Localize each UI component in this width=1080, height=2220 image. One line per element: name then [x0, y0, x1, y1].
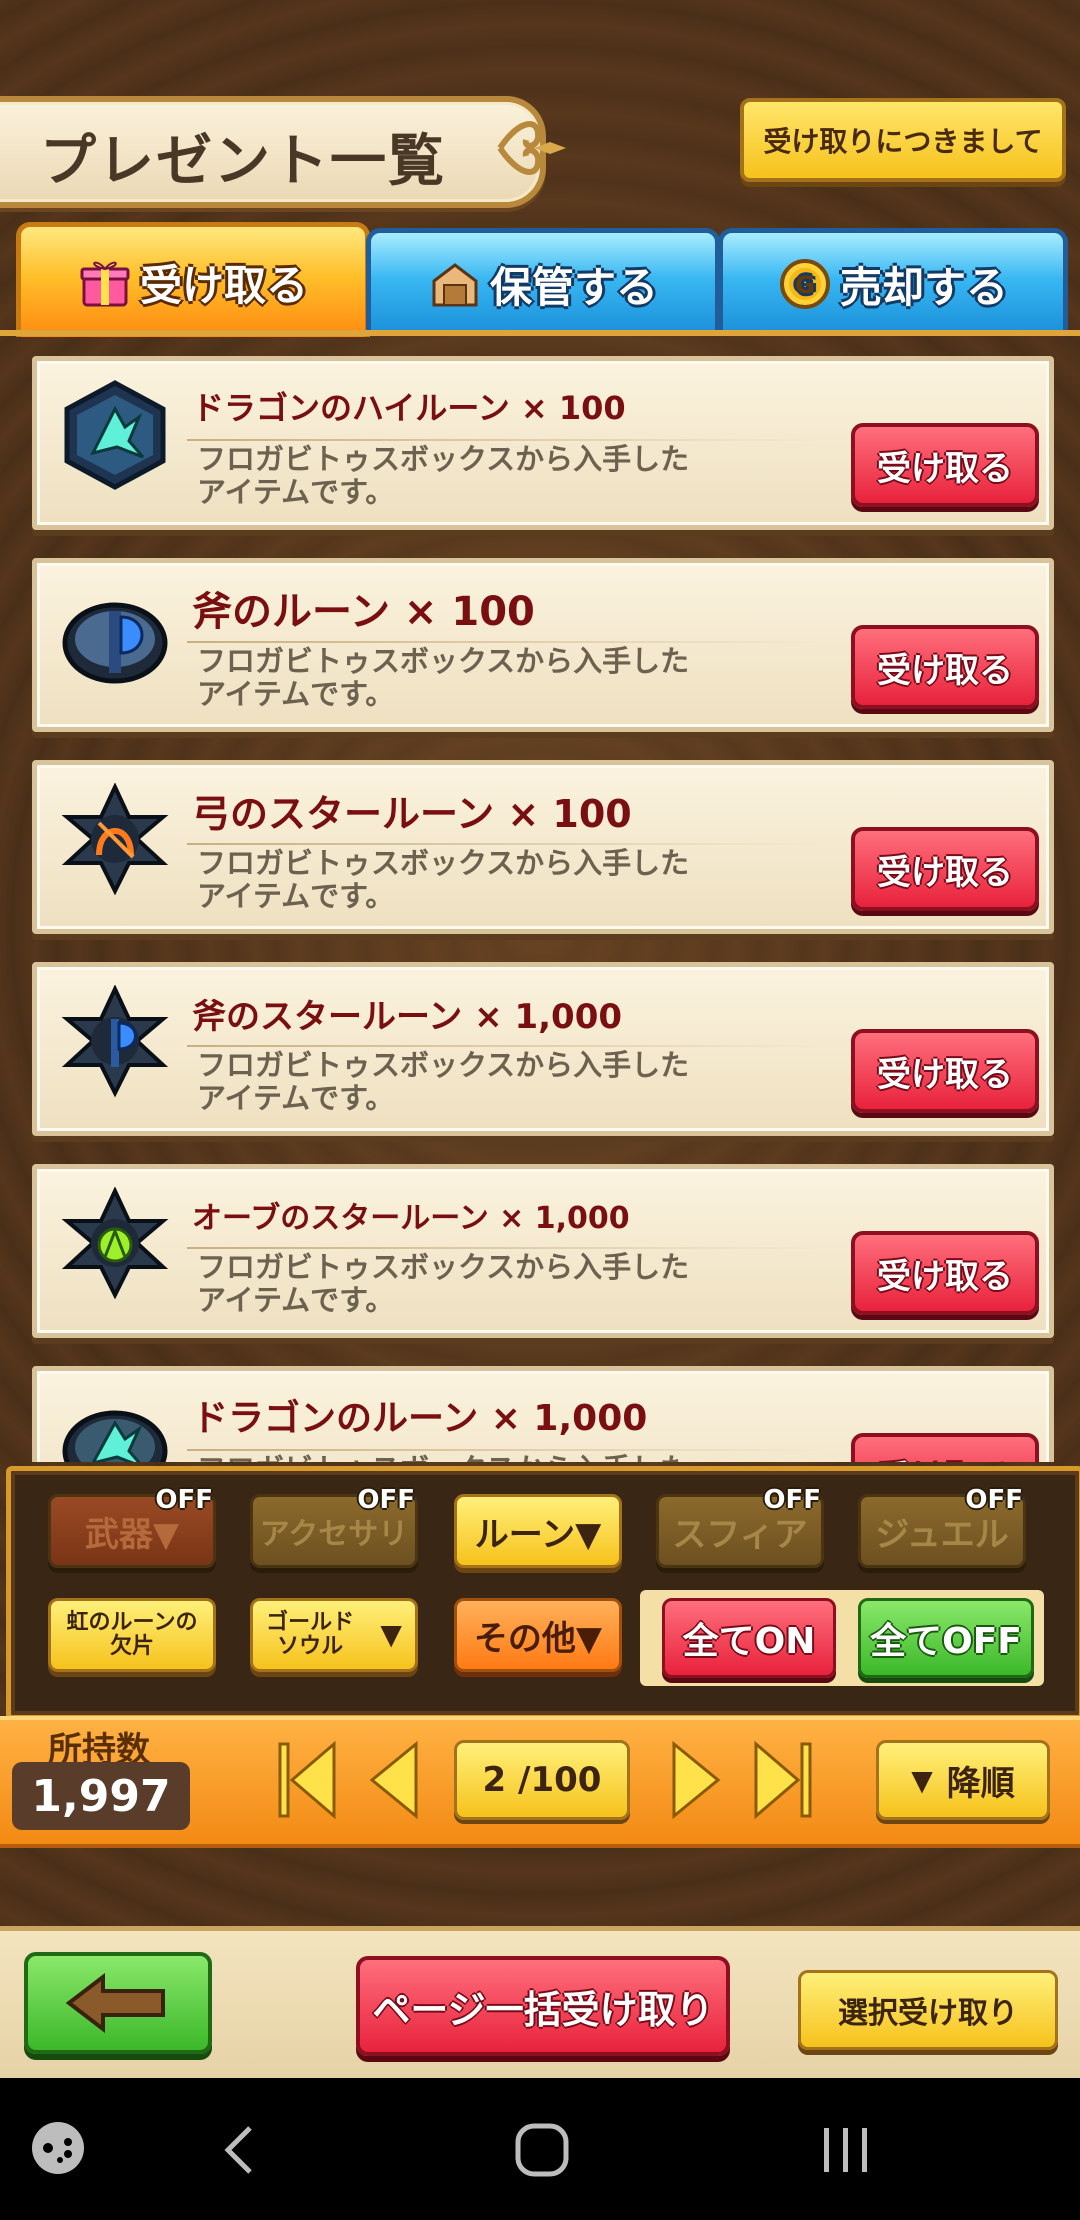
present-item: オーブのスタールーン × 1,000 フロガビトゥスボックスから入手した アイテ… — [32, 1164, 1054, 1338]
game-launcher-icon[interactable] — [30, 2120, 86, 2176]
off-badge: OFF — [965, 1485, 1023, 1515]
axe-star-rune-icon — [61, 985, 169, 1097]
sort-order-label: 降順 — [946, 1763, 1015, 1804]
item-name: ドラゴンのルーン × 1,000 — [192, 1398, 648, 1439]
divider — [187, 843, 827, 845]
orb-star-rune-icon — [61, 1187, 169, 1299]
item-description: フロガビトゥスボックスから入手した アイテムです。 — [197, 1048, 690, 1115]
dropdown-triangle-icon: ▼ — [380, 1618, 402, 1651]
filter-gold-soul-button[interactable]: ゴールド ソウル ▼ — [250, 1598, 418, 1672]
dragon-rune-icon — [62, 1410, 168, 1462]
tab-sell-label: 売却する — [839, 262, 1008, 312]
item-name: ドラゴンのハイルーン × 100 — [192, 389, 626, 427]
item-name: オーブのスタールーン × 1,000 — [192, 1201, 630, 1236]
tab-sell[interactable]: G 売却する — [718, 228, 1068, 335]
divider — [187, 1045, 827, 1047]
off-badge: OFF — [155, 1485, 213, 1515]
all-off-button[interactable]: 全てOFF — [858, 1598, 1034, 1678]
filter-weapon-button[interactable]: 武器▼ OFF — [48, 1485, 216, 1568]
receive-button[interactable]: 受け取る — [851, 1231, 1039, 1315]
receive-button[interactable]: 受け取る — [851, 1433, 1039, 1462]
filter-rune-label: ルーン▼ — [474, 1514, 602, 1555]
dragon-high-rune-icon — [64, 380, 166, 490]
filter-jewel-button[interactable]: ジュエル OFF — [858, 1485, 1026, 1568]
home-nav-icon[interactable] — [514, 2122, 570, 2178]
divider — [187, 1449, 827, 1451]
present-item: ドラゴンのハイルーン × 100 フロガビトゥスボックスから入手した アイテムで… — [32, 356, 1054, 530]
receive-button[interactable]: 受け取る — [851, 827, 1039, 911]
gift-icon — [80, 261, 130, 307]
fleur-ornament-icon — [497, 121, 566, 175]
present-item: 斧のスタールーン × 1,000 フロガビトゥスボックスから入手した アイテムで… — [32, 962, 1054, 1136]
back-nav-icon[interactable] — [220, 2124, 260, 2176]
divider — [187, 1247, 827, 1249]
filter-rune-button[interactable]: ルーン▼ — [454, 1494, 622, 1568]
tab-store-label: 保管する — [489, 262, 658, 312]
filter-accessory-button[interactable]: アクセサリ OFF — [250, 1485, 418, 1568]
storage-box-icon — [432, 263, 478, 307]
filter-other-label: その他▼ — [473, 1618, 603, 1659]
filter-accessory-label: アクセサリ — [259, 1517, 409, 1552]
tab-receive[interactable]: 受け取る — [16, 222, 370, 337]
page-indicator: 2 /100 — [454, 1740, 630, 1820]
receive-button[interactable]: 受け取る — [851, 423, 1039, 507]
divider — [187, 439, 827, 441]
back-arrow-icon — [65, 1973, 165, 2033]
first-page-icon[interactable] — [272, 1738, 342, 1822]
item-description: フロガビトゥスボックスから入手した アイテムです。 — [197, 644, 690, 711]
next-page-icon[interactable] — [660, 1738, 730, 1822]
sort-triangle-icon: ▼ — [911, 1763, 933, 1797]
off-badge: OFF — [357, 1485, 415, 1515]
sort-order-button[interactable]: ▼ 降順 — [876, 1740, 1050, 1820]
axe-rune-icon — [62, 602, 168, 684]
tab-receive-label: 受け取る — [139, 260, 308, 310]
receive-page-all-button[interactable]: ページ一括受け取り — [356, 1956, 730, 2056]
receive-button[interactable]: 受け取る — [851, 625, 1039, 709]
filter-rainbow-label: 虹のルーンの 欠片 — [66, 1610, 198, 1659]
filter-gold-soul-label: ゴールド ソウル — [266, 1610, 355, 1659]
present-item: 弓のスタールーン × 100 フロガビトゥスボックスから入手した アイテムです。… — [32, 760, 1054, 934]
item-description: フロガビトゥスボックスから入手した アイテムです。 — [197, 442, 690, 509]
page-title: プレゼント一覧 — [40, 129, 446, 194]
previous-page-icon[interactable] — [360, 1738, 430, 1822]
all-on-button[interactable]: 全てON — [662, 1598, 836, 1678]
present-list[interactable]: ドラゴンのハイルーン × 100 フロガビトゥスボックスから入手した アイテムで… — [0, 336, 1080, 1462]
off-badge: OFF — [763, 1485, 821, 1515]
item-name: 斧のルーン × 100 — [192, 589, 535, 635]
last-page-icon[interactable] — [748, 1738, 818, 1822]
receive-button[interactable]: 受け取る — [851, 1029, 1039, 1113]
filter-other-button[interactable]: その他▼ — [454, 1598, 622, 1672]
item-description: フロガビトゥスボックスから入手した アイテムです。 — [197, 846, 690, 913]
present-item: 斧のルーン × 100 フロガビトゥスボックスから入手した アイテムです。 受け… — [32, 558, 1054, 732]
filter-sphere-button[interactable]: スフィア OFF — [656, 1485, 824, 1568]
divider — [187, 641, 827, 643]
item-name: 斧のスタールーン × 1,000 — [192, 997, 623, 1037]
receive-selected-button[interactable]: 選択受け取り — [798, 1970, 1058, 2050]
svg-text:G: G — [795, 271, 815, 299]
bow-star-rune-icon — [61, 783, 169, 895]
gold-coin-icon: G — [779, 259, 830, 309]
recent-apps-icon[interactable] — [818, 2124, 874, 2176]
owned-count-value: 1,997 — [12, 1762, 190, 1830]
back-button[interactable] — [24, 1952, 212, 2054]
item-description: フロガビトゥスボックスから入手した アイテムです。 — [197, 1453, 757, 1463]
item-name: 弓のスタールーン × 100 — [192, 792, 632, 836]
item-description: フロガビトゥスボックスから入手した アイテムです。 — [197, 1250, 690, 1317]
title-plate: プレゼント一覧 — [0, 96, 546, 208]
tab-store[interactable]: 保管する — [366, 228, 720, 335]
present-item: ドラゴンのルーン × 1,000 フロガビトゥスボックスから入手した アイテムで… — [32, 1366, 1054, 1462]
filter-rainbow-rune-fragment-button[interactable]: 虹のルーンの 欠片 — [48, 1598, 216, 1672]
receive-notice-button[interactable]: 受け取りにつきまして — [740, 98, 1066, 182]
